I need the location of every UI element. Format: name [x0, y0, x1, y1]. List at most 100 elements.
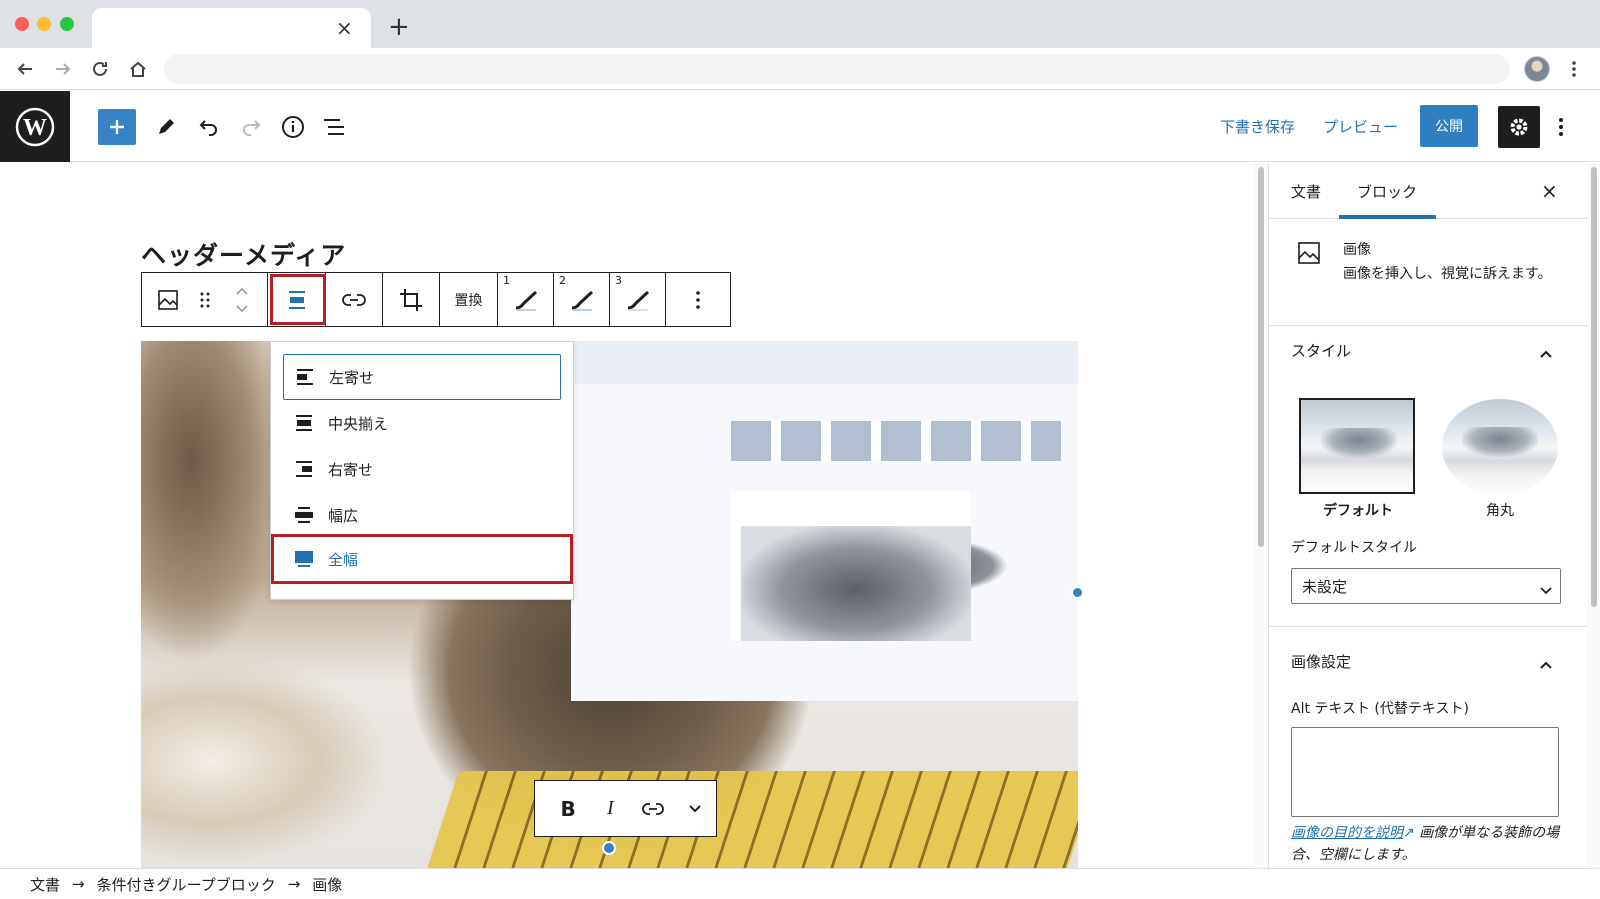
link-icon[interactable]	[326, 273, 383, 326]
tab-block[interactable]: ブロック	[1357, 181, 1417, 202]
info-icon[interactable]	[277, 111, 309, 143]
align-option-label: 中央揃え	[328, 414, 389, 433]
redo-icon[interactable]	[235, 111, 267, 143]
duotone-number: 2	[559, 274, 566, 287]
style-label: デフォルト	[1323, 503, 1393, 519]
close-window-button[interactable]	[15, 17, 29, 31]
sidebar-tabs: 文書 ブロック ×	[1269, 163, 1587, 219]
breadcrumb-arrow: →	[287, 875, 301, 893]
minimize-window-button[interactable]	[37, 17, 51, 31]
align-option-label: 右寄せ	[328, 460, 374, 479]
styles-heading[interactable]: スタイル	[1291, 340, 1351, 361]
browser-tab[interactable]	[92, 8, 371, 48]
alt-text-field[interactable]	[1291, 727, 1559, 817]
caption-link-icon[interactable]	[632, 781, 674, 836]
scrollbar-thumb[interactable]	[1258, 167, 1264, 547]
align-wide-option[interactable]: 幅広	[283, 492, 561, 538]
duotone-filter-1[interactable]: 1	[498, 273, 554, 326]
post-title[interactable]: ヘッダーメディア	[141, 236, 346, 272]
breadcrumb-item[interactable]: 画像	[312, 874, 342, 895]
chevron-up-icon[interactable]	[1539, 655, 1553, 674]
alt-help-link[interactable]: 画像の目的を説明	[1291, 825, 1403, 841]
style-default-preview[interactable]	[1299, 398, 1415, 494]
new-tab-button[interactable]: +	[388, 14, 410, 40]
chevron-down-icon[interactable]	[674, 781, 716, 836]
editor-canvas: ヘッダーメディア 置換 1 2 3 左寄せ 中央揃え 右寄せ 幅広 全幅 B I	[0, 163, 1254, 868]
block-toolbar: 置換 1 2 3	[141, 272, 731, 327]
duotone-number: 3	[615, 274, 622, 287]
profile-avatar[interactable]	[1524, 56, 1550, 82]
align-button-highlight	[270, 274, 326, 325]
drag-handle-icon[interactable]	[194, 273, 216, 326]
select-value: 未設定	[1302, 577, 1348, 596]
navigation-bar	[0, 48, 1600, 90]
align-right-option[interactable]: 右寄せ	[283, 446, 561, 492]
edit-pencil-icon[interactable]	[150, 111, 182, 143]
alt-help-text: 画像の目的を説明↗ 画像が単なる装飾の場合、空欄にします。	[1291, 822, 1565, 866]
browser-menu-icon[interactable]	[1561, 56, 1587, 82]
align-center-icon	[294, 413, 324, 433]
bold-button[interactable]: B	[547, 781, 589, 836]
image-block-icon[interactable]	[142, 273, 194, 326]
breadcrumb-item[interactable]: 文書	[30, 874, 60, 895]
breadcrumb: 文書 → 条件付きグループブロック → 画像	[0, 868, 1600, 899]
settings-sidebar: 文書 ブロック × 画像 画像を挿入し、視覚に訴えます。 スタイル デフォルト …	[1268, 163, 1600, 868]
duotone-filter-2[interactable]: 2	[554, 273, 610, 326]
chevron-up-icon[interactable]	[1539, 344, 1553, 363]
replace-button[interactable]: 置換	[440, 273, 498, 326]
undo-icon[interactable]	[193, 111, 225, 143]
block-description: 画像を挿入し、視覚に訴えます。	[1343, 266, 1552, 282]
browser-chrome: × +	[0, 0, 1600, 90]
crop-icon[interactable]	[383, 273, 440, 326]
align-left-option[interactable]: 左寄せ	[283, 354, 561, 400]
photo-detail	[741, 526, 971, 641]
resize-handle-bottom[interactable]	[602, 841, 616, 855]
more-options-icon[interactable]	[1552, 111, 1570, 143]
save-draft-button[interactable]: 下書き保存	[1220, 116, 1295, 137]
duotone-number: 1	[503, 274, 510, 287]
image-icon	[1297, 241, 1321, 269]
align-center-option[interactable]: 中央揃え	[283, 400, 561, 446]
tab-document[interactable]: 文書	[1291, 181, 1321, 202]
default-style-select[interactable]: 未設定	[1291, 568, 1561, 604]
alt-text-label: Alt テキスト (代替テキスト)	[1291, 701, 1469, 717]
reload-icon[interactable]	[87, 56, 113, 82]
align-wide-icon	[294, 505, 324, 525]
publish-button[interactable]: 公開	[1420, 105, 1478, 147]
wordpress-logo[interactable]: W	[0, 91, 70, 162]
align-option-label: 全幅	[328, 550, 359, 569]
preview-button[interactable]: プレビュー	[1323, 116, 1398, 137]
editor-scrollbar[interactable]	[1254, 163, 1268, 868]
home-icon[interactable]	[125, 56, 151, 82]
caption-toolbar: B I	[534, 780, 717, 837]
align-right-icon	[294, 459, 324, 479]
close-icon[interactable]: ×	[1541, 179, 1558, 203]
maximize-window-button[interactable]	[60, 17, 74, 31]
settings-gear-icon[interactable]	[1498, 106, 1540, 148]
resize-handle-right[interactable]	[1071, 586, 1084, 599]
sidebar-scrollbar[interactable]	[1587, 163, 1600, 868]
align-option-label: 幅広	[328, 506, 359, 525]
add-block-button[interactable]	[98, 109, 136, 145]
scrollbar-thumb[interactable]	[1591, 167, 1597, 607]
address-bar[interactable]	[164, 54, 1510, 84]
image-settings-heading[interactable]: 画像設定	[1291, 651, 1351, 672]
block-more-options-icon[interactable]	[666, 273, 730, 326]
forward-arrow-icon[interactable]	[50, 56, 76, 82]
align-option-label: 左寄せ	[329, 368, 375, 387]
block-card: 画像 画像を挿入し、視覚に訴えます。	[1269, 219, 1587, 326]
back-arrow-icon[interactable]	[12, 56, 38, 82]
move-up-down-icon[interactable]	[216, 273, 268, 326]
duotone-filter-3[interactable]: 3	[610, 273, 666, 326]
align-full-option[interactable]: 全幅	[271, 534, 573, 584]
svg-text:W: W	[23, 115, 47, 141]
breadcrumb-item[interactable]: 条件付きグループブロック	[97, 874, 276, 895]
italic-button[interactable]: I	[589, 781, 631, 836]
style-rounded-preview[interactable]	[1442, 399, 1558, 495]
align-full-icon	[294, 549, 324, 569]
tab-close-icon[interactable]: ×	[336, 16, 353, 40]
default-style-label: デフォルトスタイル	[1291, 540, 1417, 556]
breadcrumb-arrow: →	[72, 875, 85, 893]
list-view-icon[interactable]	[318, 111, 350, 143]
external-link-icon: ↗	[1403, 825, 1415, 841]
